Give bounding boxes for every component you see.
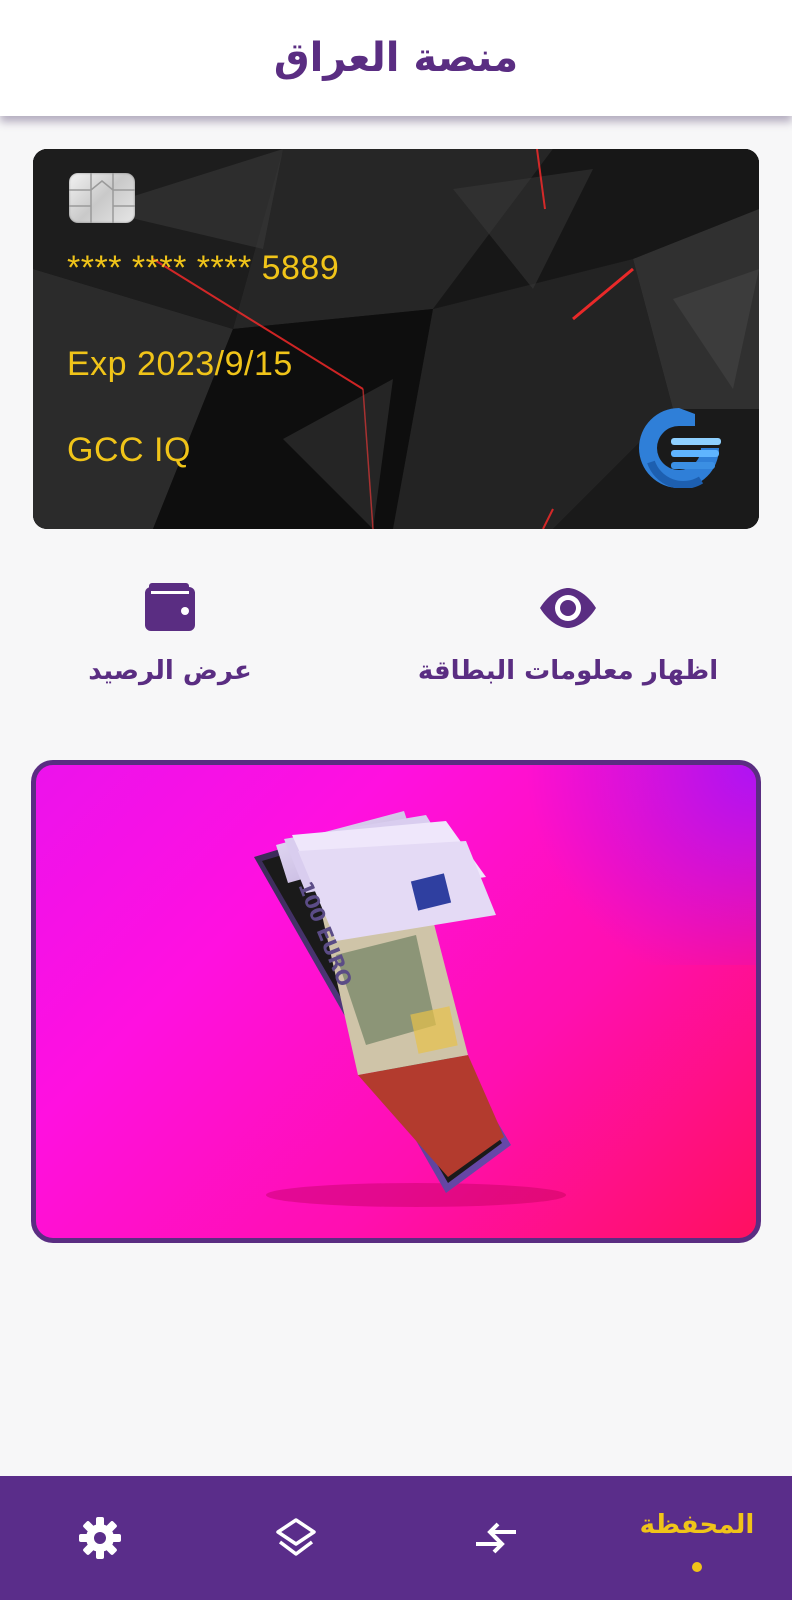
show-balance-label: عرض الرصيد [88,656,252,686]
bank-logo-icon [639,408,721,488]
bottom-navigation: المحفظة [0,1476,792,1600]
card-number: **** **** **** 5889 [67,249,340,287]
show-card-info-label: اظهار معلومات البطاقة [417,656,719,686]
active-indicator-dot [692,1562,702,1572]
layers-icon [276,1518,316,1556]
gear-icon [79,1517,121,1559]
nav-item-transfer[interactable] [456,1476,536,1600]
card-expiry: Exp 2023/9/15 [67,345,293,383]
card-holder-name: GCC IQ [67,431,191,469]
transfer-arrows-icon [476,1522,516,1554]
nav-wallet-label: المحفظة [639,1510,755,1540]
show-balance-button[interactable]: عرض الرصيد [64,580,276,686]
nav-item-settings[interactable] [60,1476,140,1600]
wallet-icon [140,580,200,636]
nav-item-wallet[interactable]: المحفظة [622,1476,772,1600]
promo-banner[interactable]: 100 EURO [31,760,761,1243]
eye-icon [538,580,598,636]
app-screen: منصة العراق **** **** **** 5889 Exp 2023… [0,0,792,1600]
bank-card[interactable]: **** **** **** 5889 Exp 2023/9/15 GCC IQ [33,149,759,529]
show-card-info-button[interactable]: اظهار معلومات البطاقة [417,580,719,686]
nav-item-layers[interactable] [256,1476,336,1600]
card-chip-icon [69,173,135,223]
page-title: منصة العراق [273,35,519,81]
app-bar: منصة العراق [0,0,792,116]
phone-money-illustration: 100 EURO [254,811,566,1207]
